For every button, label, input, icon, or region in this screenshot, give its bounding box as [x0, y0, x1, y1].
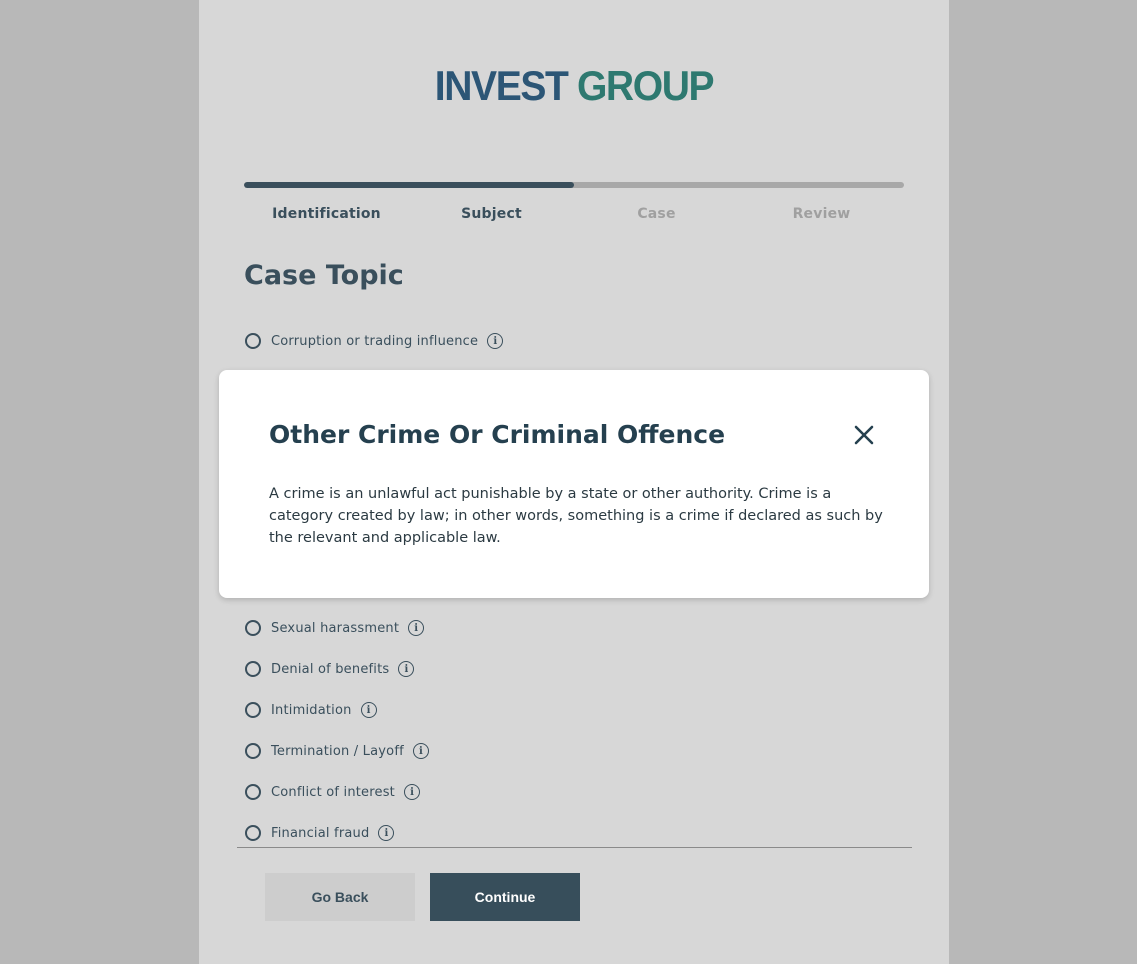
info-icon[interactable]: i	[412, 743, 429, 759]
progress-bar	[244, 182, 904, 188]
option-intimidation[interactable]: Intimidation i	[245, 702, 377, 718]
go-back-button[interactable]: Go Back	[265, 873, 415, 921]
option-conflict-of-interest[interactable]: Conflict of interest i	[245, 784, 420, 800]
step-case: Case	[637, 206, 676, 222]
step-identification: Identification	[272, 206, 381, 222]
info-icon[interactable]: i	[408, 620, 425, 636]
progress-fill	[244, 182, 574, 188]
info-icon[interactable]: i	[403, 784, 420, 800]
option-label: Intimidation	[271, 702, 352, 718]
step-subject: Subject	[461, 206, 522, 222]
option-label: Corruption or trading influence	[271, 333, 479, 349]
option-label: Termination / Layoff	[271, 743, 404, 759]
modal-body: A crime is an unlawful act punishable by…	[269, 486, 883, 546]
option-financial-fraud[interactable]: Financial fraud i	[245, 825, 395, 841]
page-title: Case Topic	[244, 260, 404, 291]
radio-icon[interactable]	[245, 661, 261, 677]
brand-logo: INVEST GROUP	[225, 62, 923, 110]
brand-word-invest: INVEST	[434, 62, 569, 109]
close-icon[interactable]	[852, 423, 876, 447]
modal-title: Other Crime Or Criminal Offence	[269, 420, 726, 449]
radio-icon[interactable]	[245, 743, 261, 759]
info-modal: Other Crime Or Criminal Offence A crime …	[219, 370, 929, 598]
option-termination-layoff[interactable]: Termination / Layoff i	[245, 743, 429, 759]
option-corruption[interactable]: Corruption or trading influence i	[245, 333, 504, 349]
info-icon[interactable]: i	[360, 702, 377, 718]
step-review: Review	[792, 206, 851, 222]
info-icon[interactable]: i	[378, 825, 395, 841]
divider	[237, 847, 912, 848]
info-icon[interactable]: i	[487, 333, 504, 349]
radio-icon[interactable]	[245, 333, 261, 349]
option-denial-of-benefits[interactable]: Denial of benefits i	[245, 661, 415, 677]
brand-word-group: GROUP	[576, 62, 715, 109]
radio-icon[interactable]	[245, 702, 261, 718]
option-sexual-harassment[interactable]: Sexual harassment i	[245, 620, 425, 636]
option-label: Conflict of interest	[271, 784, 395, 800]
radio-icon[interactable]	[245, 784, 261, 800]
option-label: Financial fraud	[271, 825, 370, 841]
info-icon[interactable]: i	[398, 661, 415, 677]
radio-icon[interactable]	[245, 825, 261, 841]
option-label: Sexual harassment	[271, 620, 400, 636]
stepper: Identification Subject Case Review	[244, 206, 904, 222]
continue-button[interactable]: Continue	[430, 873, 580, 921]
option-label: Denial of benefits	[271, 661, 390, 677]
radio-icon[interactable]	[245, 620, 261, 636]
